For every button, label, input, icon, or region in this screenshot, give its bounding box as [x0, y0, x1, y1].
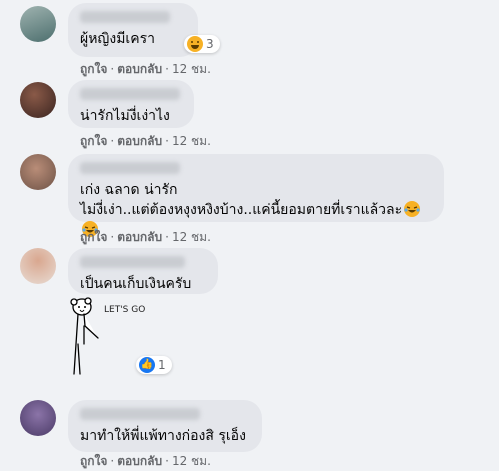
timestamp[interactable]: 12 ชม. [172, 230, 211, 244]
commenter-name[interactable] [80, 408, 200, 420]
sticker-caption: LET'S GO [104, 305, 145, 315]
laughing-tears-icon [404, 201, 421, 217]
comment-text-line-1: เก่ง ฉลาด น่ารัก [80, 182, 178, 198]
timestamp[interactable]: 12 ชม. [172, 454, 211, 468]
like-link[interactable]: ถูกใจ [80, 230, 107, 244]
separator: · [165, 230, 169, 244]
haha-icon [187, 36, 203, 52]
reply-link[interactable]: ตอบกลับ [117, 230, 162, 244]
comment-text: ผู้หญิงมีเครา [80, 31, 155, 47]
separator: · [110, 62, 115, 76]
like-link[interactable]: ถูกใจ [80, 134, 107, 148]
separator: · [165, 62, 169, 76]
comment-actions: ถูกใจ · ตอบกลับ · 12 ชม. [80, 452, 211, 471]
thumbs-up-icon: 👍 [139, 357, 155, 373]
comment-bubble: เป็นคนเก็บเงินครับ [68, 248, 218, 294]
reply-link[interactable]: ตอบกลับ [117, 62, 162, 76]
reply-link[interactable]: ตอบกลับ [117, 134, 162, 148]
reaction-summary[interactable]: 👍 1 [136, 356, 172, 374]
commenter-name[interactable] [80, 162, 180, 174]
comment-text-line-2-text: ไม่งี่เง่า..แต่ต้องหงุงหงิงบ้าง..แค่นี้ย… [80, 202, 403, 218]
commenter-name[interactable] [80, 256, 185, 268]
timestamp[interactable]: 12 ชม. [172, 134, 211, 148]
separator: · [165, 454, 169, 468]
comment-text: น่ารักไม่งี่เง่าไง [80, 108, 170, 124]
like-link[interactable]: ถูกใจ [80, 454, 107, 468]
comment-actions: ถูกใจ · ตอบกลับ · 12 ชม. [80, 132, 211, 151]
comment-bubble: เก่ง ฉลาด น่ารัก ไม่งี่เง่า..แต่ต้องหงุง… [68, 154, 444, 237]
commenter-avatar[interactable] [20, 154, 56, 190]
comment-actions: ถูกใจ · ตอบกลับ · 12 ชม. [80, 60, 211, 79]
comment-text: มาทำให้พี่แพ้ทางก่องสิ รุเอ็ง [80, 428, 246, 444]
commenter-avatar[interactable] [20, 248, 56, 284]
reply-link[interactable]: ตอบกลับ [117, 454, 162, 468]
commenter-name[interactable] [80, 11, 170, 23]
reaction-count: 1 [158, 358, 166, 372]
separator: · [110, 230, 115, 244]
separator: · [110, 454, 115, 468]
commenter-avatar[interactable] [20, 6, 56, 42]
separator: · [165, 134, 169, 148]
comment-text: เป็นคนเก็บเงินครับ [80, 276, 192, 292]
commenter-avatar[interactable] [20, 400, 56, 436]
comment-bubble: ผู้หญิงมีเครา [68, 3, 198, 57]
separator: · [110, 134, 115, 148]
timestamp[interactable]: 12 ชม. [172, 62, 211, 76]
comment-bubble: มาทำให้พี่แพ้ทางก่องสิ รุเอ็ง [68, 400, 262, 452]
reaction-count: 3 [206, 37, 214, 51]
commenter-name[interactable] [80, 88, 180, 100]
like-link[interactable]: ถูกใจ [80, 62, 107, 76]
commenter-avatar[interactable] [20, 82, 56, 118]
comment-actions: ถูกใจ · ตอบกลับ · 12 ชม. [80, 228, 211, 247]
reaction-summary[interactable]: 3 [184, 35, 220, 53]
comment-bubble: น่ารักไม่งี่เง่าไง [68, 80, 194, 128]
